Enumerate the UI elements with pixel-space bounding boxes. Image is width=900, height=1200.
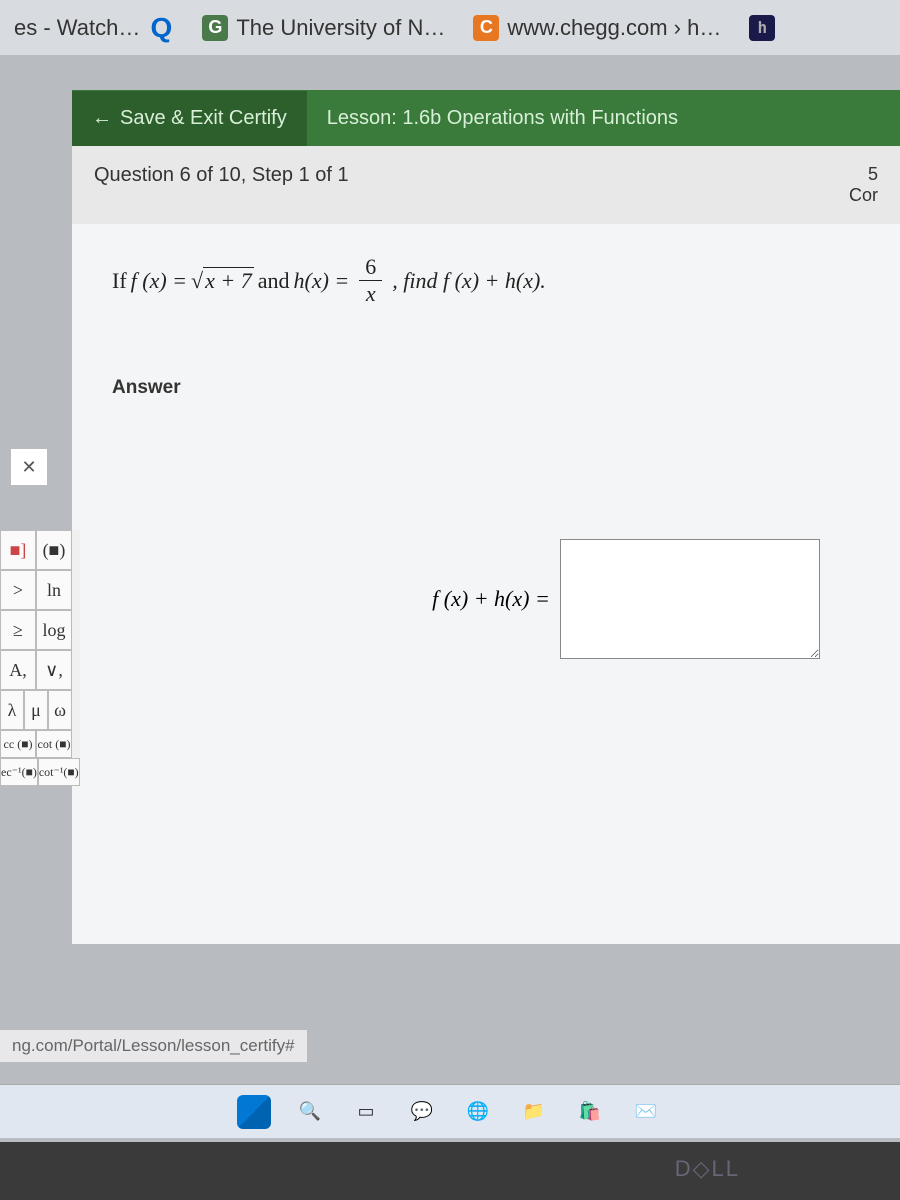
browser-tab-strip: es - Watch… Q G The University of N… C w… bbox=[0, 0, 900, 55]
key-gte[interactable]: ≥ bbox=[0, 610, 36, 650]
key-cot[interactable]: cot (■) bbox=[36, 730, 72, 758]
mail-icon[interactable]: ✉️ bbox=[629, 1095, 663, 1129]
dell-logo: D◇LL bbox=[675, 1156, 740, 1182]
tab-h[interactable]: h bbox=[739, 9, 785, 47]
answer-heading: Answer bbox=[112, 377, 860, 399]
taskbar-search-icon[interactable]: 🔍 bbox=[293, 1095, 327, 1129]
key-log[interactable]: log bbox=[36, 610, 72, 650]
key-v[interactable]: ∨, bbox=[36, 650, 72, 690]
problem-statement: If f (x) = √ x + 7 and h(x) = 6 x , find… bbox=[112, 254, 860, 307]
math-keypad: ■] (■) > ln ≥ log A, ∨, λ μ ω cc (■) cot… bbox=[0, 530, 80, 786]
answer-row: f (x) + h(x) = bbox=[392, 539, 860, 659]
key-gt[interactable]: > bbox=[0, 570, 36, 610]
key-mu[interactable]: μ bbox=[24, 690, 48, 730]
keypad-close-button[interactable]: ✕ bbox=[10, 448, 48, 486]
sqrt-icon: √ x + 7 bbox=[191, 267, 254, 294]
tab-chegg[interactable]: C www.chegg.com › h… bbox=[463, 9, 731, 47]
lesson-header: ← Save & Exit Certify Lesson: 1.6b Opera… bbox=[72, 90, 900, 146]
key-bracket[interactable]: ■] bbox=[0, 530, 36, 570]
tab-label: es - Watch… bbox=[14, 15, 140, 41]
tab-watch[interactable]: es - Watch… Q bbox=[4, 9, 184, 47]
site-icon: h bbox=[749, 15, 775, 41]
answer-input[interactable] bbox=[560, 539, 820, 659]
tab-label: The University of N… bbox=[236, 15, 445, 41]
key-ln[interactable]: ln bbox=[36, 570, 72, 610]
key-sec-inv[interactable]: ec⁻¹(■) bbox=[0, 758, 38, 786]
store-icon[interactable]: 🛍️ bbox=[573, 1095, 607, 1129]
save-exit-label: Save & Exit Certify bbox=[120, 107, 287, 130]
question-progress-bar: Question 6 of 10, Step 1 of 1 5 Cor bbox=[72, 146, 900, 224]
answer-lhs: f (x) + h(x) = bbox=[432, 586, 550, 612]
status-bar-url: ng.com/Portal/Lesson/lesson_certify# bbox=[0, 1030, 307, 1062]
fraction: 6 x bbox=[359, 254, 382, 307]
key-cot-inv[interactable]: cot⁻¹(■) bbox=[38, 758, 80, 786]
lesson-title: Lesson: 1.6b Operations with Functions bbox=[307, 107, 698, 130]
task-view-icon[interactable]: ▭ bbox=[349, 1095, 383, 1129]
tab-label: www.chegg.com › h… bbox=[507, 15, 721, 41]
key-a[interactable]: A, bbox=[0, 650, 36, 690]
question-content: If f (x) = √ x + 7 and h(x) = 6 x , find… bbox=[72, 224, 900, 944]
search-icon: Q bbox=[148, 15, 174, 41]
score-label: Cor bbox=[849, 185, 878, 206]
score-number: 5 bbox=[849, 164, 878, 185]
save-exit-button[interactable]: ← Save & Exit Certify bbox=[72, 91, 307, 146]
key-csc[interactable]: cc (■) bbox=[0, 730, 36, 758]
explorer-icon[interactable]: 📁 bbox=[517, 1095, 551, 1129]
key-omega[interactable]: ω bbox=[48, 690, 72, 730]
chegg-icon: C bbox=[473, 15, 499, 41]
start-icon[interactable] bbox=[237, 1095, 271, 1129]
arrow-left-icon: ← bbox=[92, 107, 112, 130]
score-area: 5 Cor bbox=[849, 164, 878, 206]
question-progress-label: Question 6 of 10, Step 1 of 1 bbox=[94, 164, 349, 206]
tab-university[interactable]: G The University of N… bbox=[192, 9, 455, 47]
windows-taskbar: 🔍 ▭ 💬 🌐 📁 🛍️ ✉️ bbox=[0, 1084, 900, 1138]
monitor-bezel bbox=[0, 1142, 900, 1200]
key-paren[interactable]: (■) bbox=[36, 530, 72, 570]
chat-icon[interactable]: 💬 bbox=[405, 1095, 439, 1129]
edge-icon[interactable]: 🌐 bbox=[461, 1095, 495, 1129]
key-lambda[interactable]: λ bbox=[0, 690, 24, 730]
site-icon: G bbox=[202, 15, 228, 41]
lesson-app: ← Save & Exit Certify Lesson: 1.6b Opera… bbox=[72, 90, 900, 944]
